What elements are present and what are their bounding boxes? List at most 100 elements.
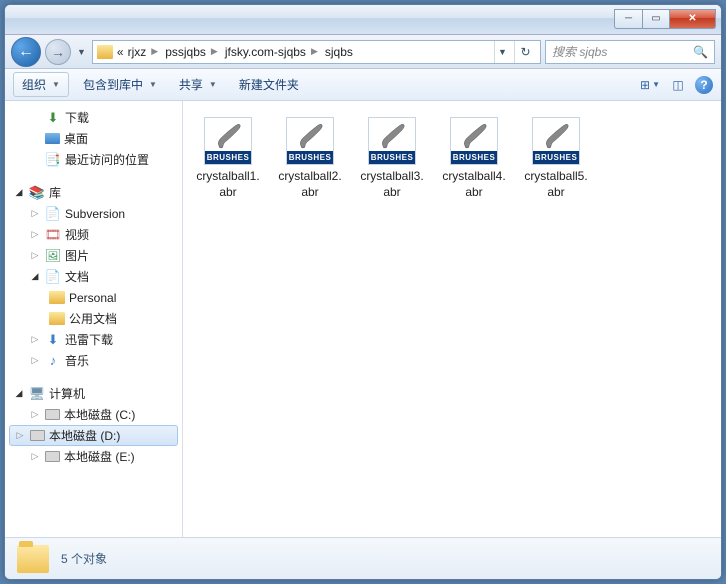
file-thumbnail: BRUSHES — [532, 117, 580, 165]
expand-icon[interactable]: ▷ — [29, 250, 41, 261]
sidebar-item-videos[interactable]: ▷ 🎞视频 — [5, 224, 182, 245]
sidebar-item-music[interactable]: ▷♪音乐 — [5, 350, 182, 371]
sidebar-item-disk-e[interactable]: ▷ 本地磁盘 (E:) — [5, 446, 182, 467]
file-item[interactable]: BRUSHES crystalball2.abr — [273, 113, 347, 204]
collapse-icon[interactable]: ◢ — [13, 388, 25, 399]
expand-icon[interactable]: ▷ — [29, 334, 41, 345]
sidebar-item-computer[interactable]: ◢ 🖥计算机 — [5, 383, 182, 404]
breadcrumb-item[interactable]: pssjqbs▶ — [165, 45, 221, 59]
video-icon: 🎞 — [45, 227, 61, 243]
file-item[interactable]: BRUSHES crystalball5.abr — [519, 113, 593, 204]
share-button[interactable]: 共享 — [171, 73, 225, 96]
subversion-icon: 📄 — [45, 206, 61, 222]
refresh-button[interactable]: ↻ — [514, 41, 536, 63]
breadcrumb-item[interactable]: sjqbs — [325, 45, 353, 59]
breadcrumb-item[interactable]: jfsky.com-sjqbs▶ — [225, 45, 321, 59]
expand-icon[interactable]: ▷ — [29, 355, 41, 366]
documents-icon: 📄 — [45, 269, 61, 285]
file-list-pane[interactable]: BRUSHEScrystalball1.abrBRUSHEScrystalbal… — [183, 101, 721, 537]
new-folder-button[interactable]: 新建文件夹 — [231, 73, 307, 96]
label: 文档 — [65, 268, 89, 285]
expand-icon[interactable]: ▷ — [29, 208, 41, 219]
xunlei-icon: ⬇ — [45, 332, 61, 348]
label: 公用文档 — [69, 310, 117, 327]
sidebar-item-subversion[interactable]: ▷ 📄 Subversion — [5, 203, 182, 224]
breadcrumb-sep-icon[interactable]: ▶ — [208, 46, 221, 57]
file-item[interactable]: BRUSHEScrystalball1.abr — [191, 113, 265, 204]
file-name: crystalball4.abr — [441, 169, 507, 200]
window-controls: ─ ▭ ✕ — [614, 9, 716, 29]
expand-icon[interactable]: ▷ — [29, 229, 41, 240]
file-thumbnail: BRUSHES — [450, 117, 498, 165]
folder-icon — [49, 291, 65, 304]
download-icon: ⬇ — [45, 110, 61, 126]
folder-icon — [17, 545, 49, 573]
sidebar-item-recent[interactable]: 📑最近访问的位置 — [5, 149, 182, 170]
file-thumbnail: BRUSHES — [204, 117, 252, 165]
forward-button[interactable]: → — [45, 39, 71, 65]
label: 图片 — [65, 247, 89, 264]
sidebar-item-pictures[interactable]: ▷ 🖼图片 — [5, 245, 182, 266]
file-item[interactable]: BRUSHEScrystalball3.abr — [355, 113, 429, 204]
brush-icon — [213, 122, 243, 150]
thumb-label: BRUSHES — [369, 151, 415, 164]
address-dropdown[interactable]: ▼ — [494, 41, 510, 63]
file-item[interactable]: BRUSHES crystalball4.abr — [437, 113, 511, 204]
expand-icon[interactable]: ▷ — [29, 451, 41, 462]
label: 下载 — [65, 109, 89, 126]
back-button[interactable]: ← — [11, 37, 41, 67]
label: 本地磁盘 (E:) — [64, 448, 135, 465]
file-name: crystalball5.abr — [523, 169, 589, 200]
navigation-pane[interactable]: ⬇下载 桌面 📑最近访问的位置 ◢📚库 ▷📄Subversion ▷🎞视频 ▷🖼… — [5, 101, 183, 537]
label: Personal — [69, 291, 116, 305]
breadcrumb-sep-icon[interactable]: ▶ — [308, 46, 321, 57]
include-in-library-button[interactable]: 包含到库中 — [75, 73, 165, 96]
brush-icon — [377, 122, 407, 150]
collapse-icon[interactable]: ◢ — [13, 187, 25, 198]
preview-pane-button[interactable]: ◫ — [667, 74, 689, 96]
label: Subversion — [65, 207, 125, 221]
expand-icon[interactable]: ▷ — [29, 409, 41, 420]
titlebar[interactable]: ─ ▭ ✕ — [5, 5, 721, 35]
help-button[interactable]: ? — [695, 76, 713, 94]
sidebar-item-personal[interactable]: Personal — [5, 287, 182, 308]
collapse-icon[interactable]: ◢ — [29, 271, 41, 282]
sidebar-item-libraries[interactable]: ◢📚库 — [5, 182, 182, 203]
breadcrumb-sep-icon[interactable]: ▶ — [148, 46, 161, 57]
view-options-button[interactable]: ⊞▼ — [639, 74, 661, 96]
minimize-button[interactable]: ─ — [614, 9, 642, 29]
close-button[interactable]: ✕ — [670, 9, 716, 29]
expand-icon[interactable]: ▷ — [14, 430, 26, 441]
nav-history-dropdown[interactable]: ▼ — [75, 47, 88, 57]
sidebar-item-documents[interactable]: ◢ 📄文档 — [5, 266, 182, 287]
search-placeholder: 搜索 sjqbs — [552, 43, 607, 60]
sidebar-item-publicdocs[interactable]: 公用文档 — [5, 308, 182, 329]
thumb-label: BRUSHES — [451, 151, 497, 164]
search-input[interactable]: 搜索 sjqbs 🔍 — [545, 40, 715, 64]
sidebar-item-downloads[interactable]: ⬇下载 — [5, 107, 182, 128]
label: 计算机 — [49, 385, 85, 402]
sidebar-item-xunlei[interactable]: ▷⬇迅雷下载 — [5, 329, 182, 350]
file-name: crystalball2.abr — [277, 169, 343, 200]
disk-icon — [45, 409, 60, 420]
label: 视频 — [65, 226, 89, 243]
organize-button[interactable]: 组织 — [13, 72, 69, 97]
label: 音乐 — [65, 352, 89, 369]
thumb-label: BRUSHES — [287, 151, 333, 164]
breadcrumb-item[interactable]: rjxz▶ — [128, 45, 162, 59]
label: 桌面 — [64, 130, 88, 147]
pictures-icon: 🖼 — [45, 248, 61, 264]
sidebar-item-desktop[interactable]: 桌面 — [5, 128, 182, 149]
label: 本地磁盘 (D:) — [49, 427, 120, 444]
address-bar[interactable]: « rjxz▶ pssjqbs▶ jfsky.com-sjqbs▶ sjqbs … — [92, 40, 541, 64]
computer-icon: 🖥 — [29, 386, 45, 402]
sidebar-item-disk-d[interactable]: ▷ 本地磁盘 (D:) — [9, 425, 178, 446]
recent-icon: 📑 — [45, 152, 61, 168]
disk-icon — [30, 430, 45, 441]
maximize-button[interactable]: ▭ — [642, 9, 670, 29]
sidebar-item-disk-c[interactable]: ▷本地磁盘 (C:) — [5, 404, 182, 425]
label: 库 — [49, 184, 61, 201]
body: ⬇下载 桌面 📑最近访问的位置 ◢📚库 ▷📄Subversion ▷🎞视频 ▷🖼… — [5, 101, 721, 537]
brush-icon — [459, 122, 489, 150]
breadcrumb-prefix[interactable]: « — [117, 45, 124, 59]
